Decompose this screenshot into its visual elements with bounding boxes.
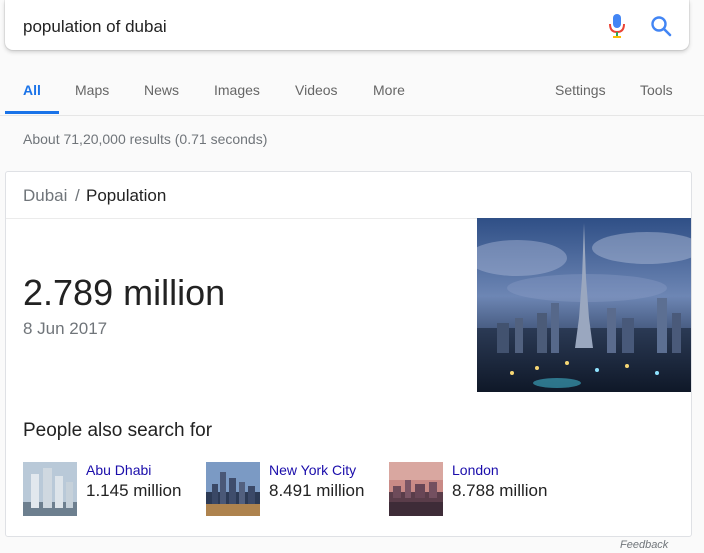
tab-videos[interactable]: Videos <box>295 82 338 98</box>
results-stats: About 71,20,000 results (0.71 seconds) <box>23 131 268 147</box>
breadcrumb-dubai-link[interactable]: Dubai <box>23 186 67 206</box>
knowledge-card: Dubai / Population 2.789 million 8 Jun 2… <box>5 171 692 537</box>
population-date: 8 Jun 2017 <box>23 319 108 338</box>
active-tab-indicator <box>5 111 59 114</box>
related-entity-value: 8.788 million <box>452 481 548 500</box>
tab-images[interactable]: Images <box>214 82 260 98</box>
related-entity-name[interactable]: London <box>452 462 499 478</box>
tab-settings[interactable]: Settings <box>555 82 606 98</box>
search-box[interactable]: population of dubai <box>5 0 689 50</box>
new-york-city-thumbnail[interactable] <box>206 462 260 516</box>
related-entity-name[interactable]: Abu Dhabi <box>86 462 151 478</box>
microphone-icon[interactable] <box>607 13 627 39</box>
related-entity-london[interactable]: London 8.788 million <box>389 462 559 518</box>
related-entity-value: 1.145 million <box>86 481 182 500</box>
search-input[interactable]: population of dubai <box>23 17 167 37</box>
feedback-link[interactable]: Feedback <box>620 539 668 551</box>
tab-more[interactable]: More <box>373 82 405 98</box>
london-thumbnail[interactable] <box>389 462 443 516</box>
related-entity-value: 8.491 million <box>269 481 365 500</box>
tab-all[interactable]: All <box>23 82 41 98</box>
tab-news[interactable]: News <box>144 82 179 98</box>
people-also-search-title: People also search for <box>23 420 213 441</box>
tab-tools[interactable]: Tools <box>640 82 673 98</box>
related-entity-abu-dhabi[interactable]: Abu Dhabi 1.145 million <box>23 462 193 518</box>
related-entity-name[interactable]: New York City <box>269 462 356 478</box>
search-tabs: All Maps News Images Videos More Setting… <box>0 60 704 116</box>
search-icon[interactable] <box>649 14 673 38</box>
related-entity-new-york-city[interactable]: New York City 8.491 million <box>206 462 376 518</box>
breadcrumb-current: Population <box>86 186 167 205</box>
tab-maps[interactable]: Maps <box>75 82 109 98</box>
breadcrumb-separator: / <box>75 186 80 205</box>
population-value: 2.789 million <box>23 272 226 313</box>
card-header: Dubai / Population <box>6 172 691 219</box>
abu-dhabi-thumbnail[interactable] <box>23 462 77 516</box>
dubai-skyline-image[interactable] <box>477 218 691 392</box>
